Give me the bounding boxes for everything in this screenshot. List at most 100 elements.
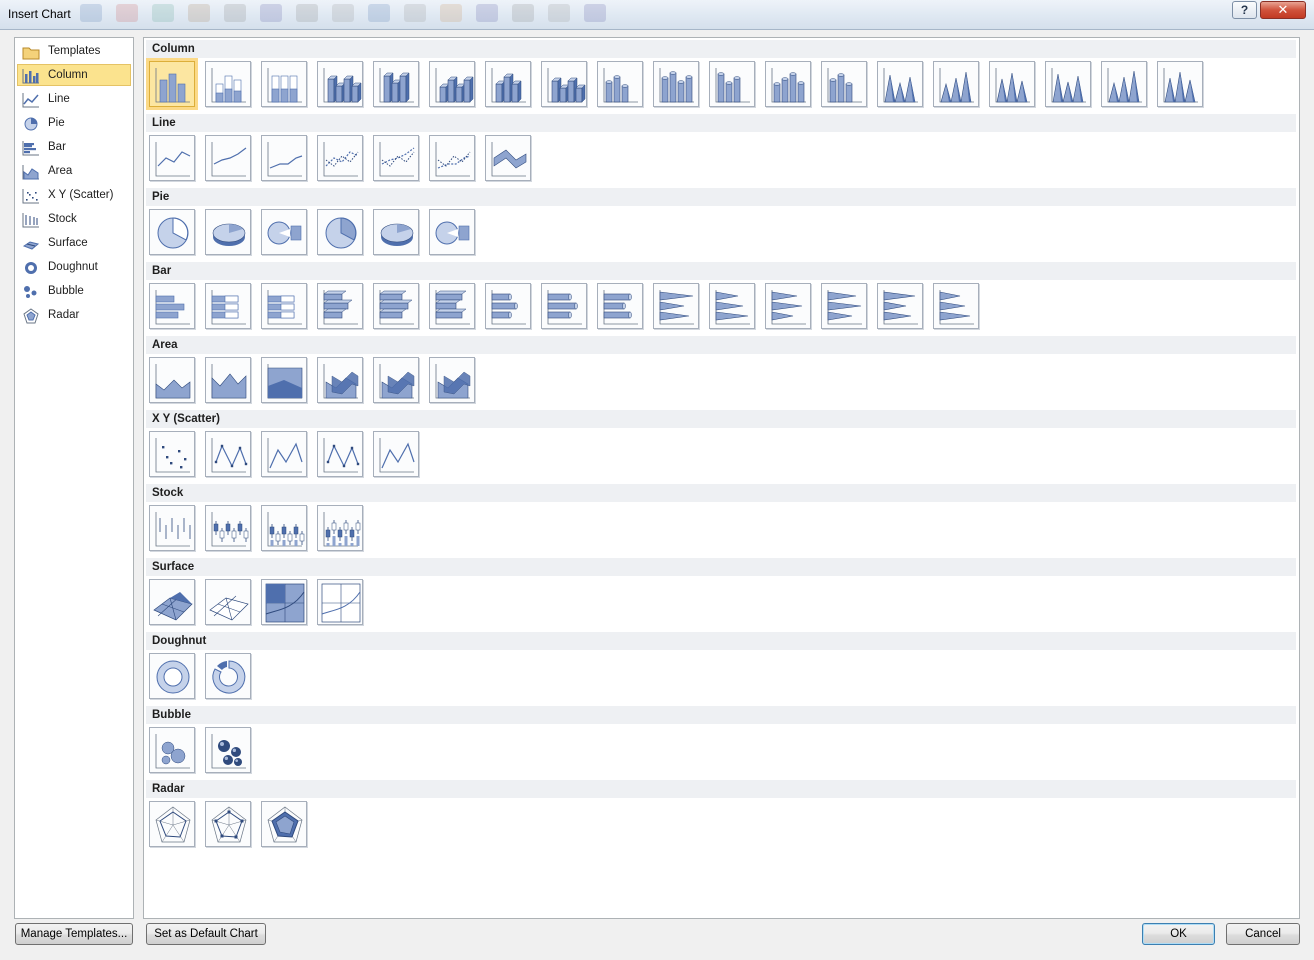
bar-subtype-10-thumbnail[interactable] — [653, 283, 699, 329]
column-subtype-13-thumbnail[interactable] — [821, 61, 867, 107]
column-subtype-7-thumbnail[interactable] — [485, 61, 531, 107]
sidebar-item-pie[interactable]: Pie — [17, 112, 131, 134]
doughnut-subtype-2-thumbnail[interactable] — [205, 653, 251, 699]
bar-subtype-8-thumbnail[interactable] — [541, 283, 587, 329]
section-header-column: Column — [146, 40, 1296, 58]
scatter-subtype-2-thumbnail[interactable] — [205, 431, 251, 477]
column-subtype-19-thumbnail[interactable] — [1157, 61, 1203, 107]
sidebar-item-radar[interactable]: Radar — [17, 304, 131, 326]
sidebar-item-line[interactable]: Line — [17, 88, 131, 110]
section-title: Stock — [152, 487, 184, 499]
bar-subtype-3-thumbnail[interactable] — [261, 283, 307, 329]
line-subtype-2-thumbnail[interactable] — [205, 135, 251, 181]
stock-subtype-2-thumbnail[interactable] — [205, 505, 251, 551]
pie-subtype-1-thumbnail[interactable] — [149, 209, 195, 255]
set-default-chart-button[interactable]: Set as Default Chart — [146, 923, 266, 945]
bar-subtype-13-thumbnail[interactable] — [821, 283, 867, 329]
column-subtype-18-thumbnail[interactable] — [1101, 61, 1147, 107]
line-subtype-1-thumbnail[interactable] — [149, 135, 195, 181]
pie-subtype-4-thumbnail[interactable] — [317, 209, 363, 255]
scatter-subtype-5-thumbnail[interactable] — [373, 431, 419, 477]
sidebar-item-bubble[interactable]: Bubble — [17, 280, 131, 302]
radar-subtype-2-thumbnail[interactable] — [205, 801, 251, 847]
sidebar-item-label: Doughnut — [48, 261, 98, 273]
bar-subtype-14-thumbnail[interactable] — [877, 283, 923, 329]
sidebar-item-surface[interactable]: Surface — [17, 232, 131, 254]
line-subtype-3-thumbnail[interactable] — [261, 135, 307, 181]
section-title: Pie — [152, 191, 170, 203]
column-subtype-12-thumbnail[interactable] — [765, 61, 811, 107]
sidebar-item-x-y-scatter[interactable]: X Y (Scatter) — [17, 184, 131, 206]
bar-subtype-2-thumbnail[interactable] — [205, 283, 251, 329]
manage-templates-button[interactable]: Manage Templates... — [15, 923, 133, 945]
bubble-subtype-1-thumbnail[interactable] — [149, 727, 195, 773]
column-subtype-16-thumbnail[interactable] — [989, 61, 1035, 107]
column-subtype-17-thumbnail[interactable] — [1045, 61, 1091, 107]
pie-subtype-5-thumbnail[interactable] — [373, 209, 419, 255]
scatter-subtype-1-thumbnail[interactable] — [149, 431, 195, 477]
sidebar-item-templates[interactable]: Templates — [17, 40, 131, 62]
section-header-doughnut: Doughnut — [146, 632, 1296, 650]
line-subtype-5-thumbnail[interactable] — [373, 135, 419, 181]
sidebar-item-column[interactable]: Column — [17, 64, 131, 86]
column-subtype-14-thumbnail[interactable] — [877, 61, 923, 107]
line-subtype-7-thumbnail[interactable] — [485, 135, 531, 181]
pie-subtype-2-thumbnail[interactable] — [205, 209, 251, 255]
section-title: Bubble — [152, 709, 191, 721]
stock-subtype-4-thumbnail[interactable] — [317, 505, 363, 551]
bar-subtype-1-thumbnail[interactable] — [149, 283, 195, 329]
scatter-subtype-3-thumbnail[interactable] — [261, 431, 307, 477]
column-subtype-8-thumbnail[interactable] — [541, 61, 587, 107]
sidebar-item-doughnut[interactable]: Doughnut — [17, 256, 131, 278]
sidebar-item-stock[interactable]: Stock — [17, 208, 131, 230]
scatter-subtype-4-thumbnail[interactable] — [317, 431, 363, 477]
sidebar-item-bar[interactable]: Bar — [17, 136, 131, 158]
area-subtype-5-thumbnail[interactable] — [373, 357, 419, 403]
bar-subtype-9-thumbnail[interactable] — [597, 283, 643, 329]
help-button[interactable]: ? — [1232, 1, 1257, 19]
column-subtype-3-thumbnail[interactable] — [261, 61, 307, 107]
radar-subtype-1-thumbnail[interactable] — [149, 801, 195, 847]
column-subtype-10-thumbnail[interactable] — [653, 61, 699, 107]
bar-subtype-12-thumbnail[interactable] — [765, 283, 811, 329]
column-subtype-6-thumbnail[interactable] — [429, 61, 475, 107]
area-subtype-6-thumbnail[interactable] — [429, 357, 475, 403]
bar-subtype-11-thumbnail[interactable] — [709, 283, 755, 329]
doughnut-subtype-1-thumbnail[interactable] — [149, 653, 195, 699]
column-subtype-5-thumbnail[interactable] — [373, 61, 419, 107]
cancel-button[interactable]: Cancel — [1226, 923, 1300, 945]
bar-subtype-15-thumbnail[interactable] — [933, 283, 979, 329]
column-subtype-9-thumbnail[interactable] — [597, 61, 643, 107]
pie-subtype-3-thumbnail[interactable] — [261, 209, 307, 255]
bar-subtype-5-thumbnail[interactable] — [373, 283, 419, 329]
area-subtype-2-thumbnail[interactable] — [205, 357, 251, 403]
column-subtype-11-thumbnail[interactable] — [709, 61, 755, 107]
area-subtype-1-thumbnail[interactable] — [149, 357, 195, 403]
bubble-subtype-2-thumbnail[interactable] — [205, 727, 251, 773]
close-button[interactable]: ✕ — [1260, 1, 1306, 19]
bar-subtype-4-thumbnail[interactable] — [317, 283, 363, 329]
line-subtype-6-thumbnail[interactable] — [429, 135, 475, 181]
surface-subtype-1-thumbnail[interactable] — [149, 579, 195, 625]
surface-subtype-2-thumbnail[interactable] — [205, 579, 251, 625]
column-subtype-15-thumbnail[interactable] — [933, 61, 979, 107]
stock-subtype-1-thumbnail[interactable] — [149, 505, 195, 551]
radar-subtype-3-thumbnail[interactable] — [261, 801, 307, 847]
line-subtype-4-thumbnail[interactable] — [317, 135, 363, 181]
column-subtype-1-thumbnail[interactable] — [149, 61, 195, 107]
bar-subtype-6-thumbnail[interactable] — [429, 283, 475, 329]
surface-subtype-3-thumbnail[interactable] — [261, 579, 307, 625]
pie-subtype-6-thumbnail[interactable] — [429, 209, 475, 255]
column-subtype-2-thumbnail[interactable] — [205, 61, 251, 107]
ok-button[interactable]: OK — [1142, 923, 1215, 945]
sidebar-item-area[interactable]: Area — [17, 160, 131, 182]
section-header-area: Area — [146, 336, 1296, 354]
sidebar-item-label: Area — [48, 165, 73, 177]
area-subtype-3-thumbnail[interactable] — [261, 357, 307, 403]
surface-subtype-4-thumbnail[interactable] — [317, 579, 363, 625]
section-title: Line — [152, 117, 176, 129]
bar-subtype-7-thumbnail[interactable] — [485, 283, 531, 329]
column-subtype-4-thumbnail[interactable] — [317, 61, 363, 107]
area-subtype-4-thumbnail[interactable] — [317, 357, 363, 403]
stock-subtype-3-thumbnail[interactable] — [261, 505, 307, 551]
